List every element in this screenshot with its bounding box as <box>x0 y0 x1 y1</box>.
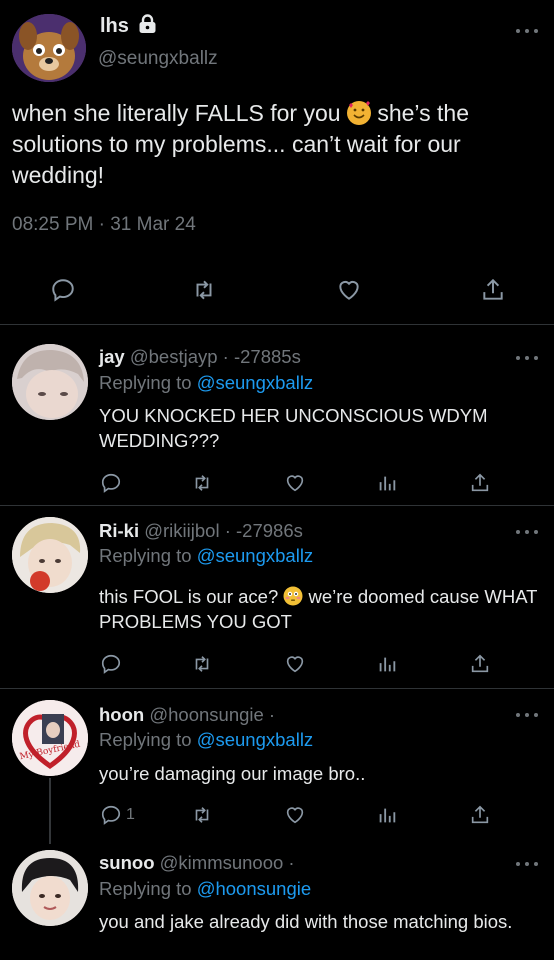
like-icon[interactable] <box>283 804 307 826</box>
profile-photo <box>12 344 88 420</box>
reply-text: you and jake already did with those matc… <box>99 911 513 932</box>
replying-to: Replying to @hoonsungie <box>99 878 312 899</box>
reply-text: YOU KNOCKED HER UNCONSCIOUS WDYM WEDDING… <box>99 405 488 451</box>
mention-link[interactable]: @seungxballz <box>197 729 313 750</box>
reply-icon[interactable] <box>100 653 122 675</box>
user-handle[interactable]: @bestjayp <box>130 346 218 367</box>
user-handle[interactable]: @kimmsunooo <box>160 852 284 873</box>
avatar[interactable] <box>12 14 86 82</box>
display-name[interactable]: sunoo <box>99 852 155 873</box>
reply-header: sunoo @kimmsunooo · <box>99 852 295 873</box>
profile-photo <box>12 850 88 926</box>
profile-photo <box>12 700 88 776</box>
mention-link[interactable]: @seungxballz <box>197 545 313 566</box>
tweet-text: when she literally FALLS for you she’s t… <box>12 100 469 188</box>
mention-link[interactable]: @seungxballz <box>197 372 313 393</box>
mention-link[interactable]: @hoonsungie <box>197 878 311 899</box>
more-options-icon[interactable] <box>516 529 538 535</box>
reply-header: jay @bestjayp · -27885s <box>99 346 301 367</box>
user-handle[interactable]: @rikiijbol <box>144 520 219 541</box>
avatar[interactable]: My Boyfriend <box>12 700 88 776</box>
views-icon[interactable] <box>376 653 398 675</box>
lock-icon <box>139 14 156 33</box>
reply-icon[interactable] <box>50 277 76 303</box>
more-options-icon[interactable] <box>516 355 538 361</box>
divider <box>0 505 554 506</box>
divider <box>0 688 554 689</box>
like-icon[interactable] <box>283 653 307 675</box>
share-icon[interactable] <box>469 652 491 676</box>
avatar[interactable] <box>12 850 88 926</box>
avatar[interactable] <box>12 517 88 593</box>
more-options-icon[interactable] <box>516 712 538 718</box>
profile-photo <box>12 517 88 593</box>
user-handle[interactable]: @seungxballz <box>98 48 218 70</box>
display-name[interactable]: lhs <box>100 14 157 38</box>
avatar[interactable] <box>12 344 88 420</box>
display-name[interactable]: hoon <box>99 704 144 725</box>
reply-header: hoon @hoonsungie · <box>99 704 276 725</box>
dog-avatar-image <box>12 14 86 82</box>
retweet-icon[interactable] <box>190 653 214 675</box>
tweet-timestamp[interactable]: 08:25 PM · 31 Mar 24 <box>12 214 196 236</box>
retweet-icon[interactable] <box>190 472 214 494</box>
user-handle[interactable]: @hoonsungie <box>149 704 263 725</box>
replying-to: Replying to @seungxballz <box>99 729 314 750</box>
thread-connector <box>49 778 51 844</box>
share-icon[interactable] <box>469 803 491 827</box>
reply-text: this FOOL is our ace? we’re doomed cause… <box>99 586 538 632</box>
like-icon[interactable] <box>335 277 363 303</box>
share-icon[interactable] <box>469 471 491 495</box>
flushed-face-emoji <box>283 586 303 606</box>
reply-count: 1 <box>126 806 135 823</box>
replying-to: Replying to @seungxballz <box>99 372 314 393</box>
like-icon[interactable] <box>283 472 307 494</box>
reply-icon[interactable] <box>100 472 122 494</box>
replying-to: Replying to @seungxballz <box>99 545 314 566</box>
views-icon[interactable] <box>376 804 398 826</box>
views-icon[interactable] <box>376 472 398 494</box>
reply-text: you’re damaging our image bro.. <box>99 763 366 784</box>
more-options-icon[interactable] <box>516 28 538 34</box>
reply-header: Ri-ki @rikiijbol · -27986s <box>99 520 303 541</box>
reply-icon[interactable]: 1 <box>100 804 135 826</box>
more-options-icon[interactable] <box>516 861 538 867</box>
divider <box>0 324 554 325</box>
retweet-icon[interactable] <box>190 804 214 826</box>
share-icon[interactable] <box>480 276 506 304</box>
display-name[interactable]: Ri-ki <box>99 520 139 541</box>
retweet-icon[interactable] <box>190 277 218 303</box>
display-name[interactable]: jay <box>99 346 125 367</box>
smiling-face-with-hearts-emoji <box>346 101 371 125</box>
